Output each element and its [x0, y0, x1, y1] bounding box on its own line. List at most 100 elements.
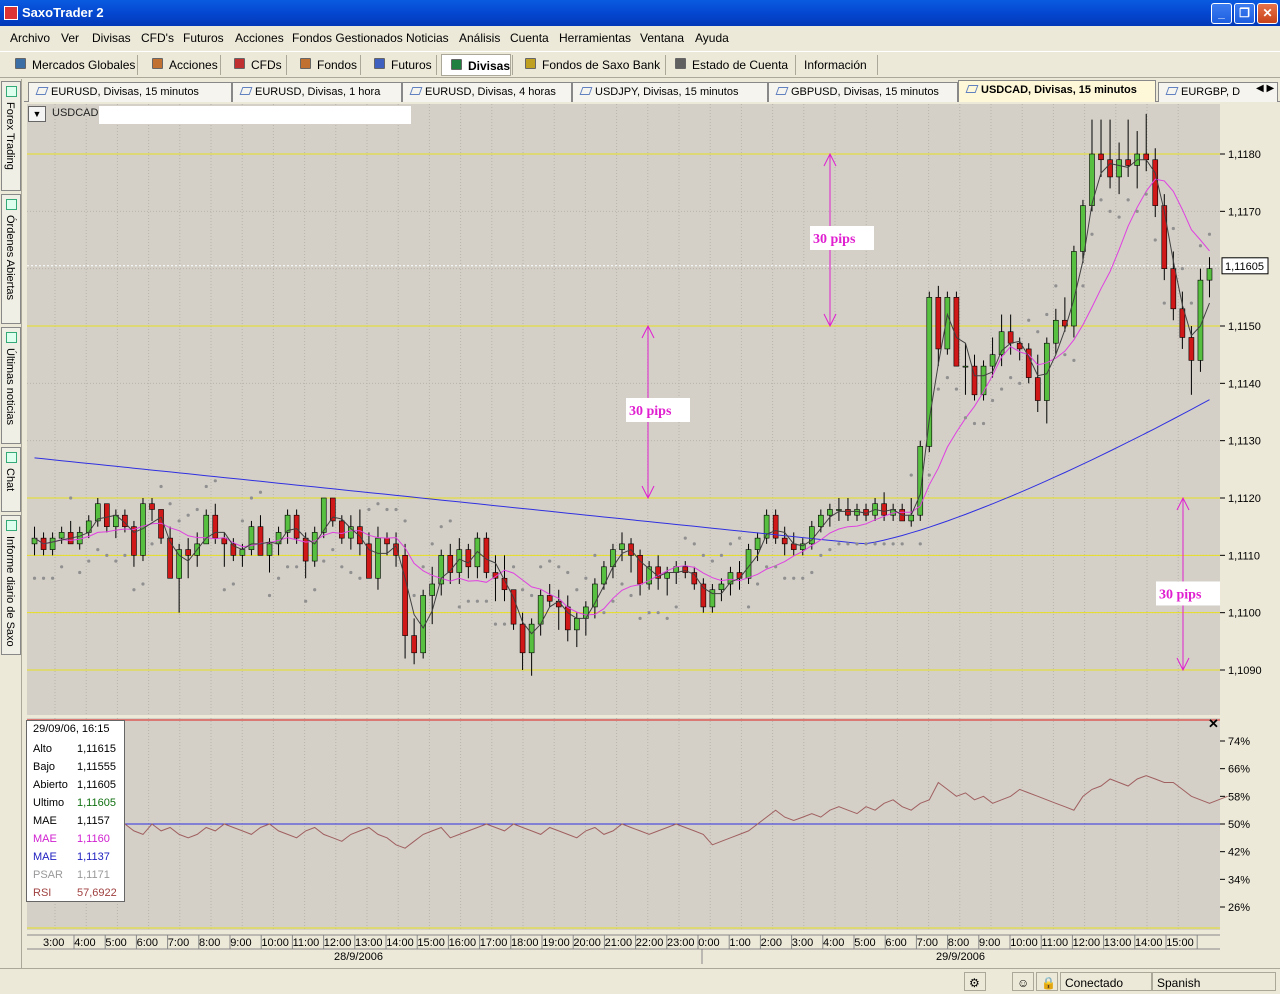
candle-body	[528, 623, 535, 654]
candle-body	[619, 543, 625, 550]
maximize-button[interactable]: ❐	[1234, 3, 1255, 24]
sidebar-tab-5[interactable]: Informe diario de Saxo	[1, 515, 21, 655]
menu-archivo[interactable]: Archivo	[10, 31, 50, 45]
toolbar-fondos-de-saxo-bank-button[interactable]: Fondos de Saxo Bank	[516, 54, 664, 76]
psar-dot	[1189, 301, 1194, 305]
time-label: 12:00	[1073, 937, 1101, 949]
candle-body	[58, 532, 65, 539]
toolbar-mercados-globales-button[interactable]: Mercados Globales	[6, 54, 136, 76]
data-row-bajo: Bajo 1,11555	[33, 761, 116, 773]
candle-body	[104, 503, 110, 527]
menu-cuenta[interactable]: Cuenta	[510, 31, 549, 45]
toolbar-información-button[interactable]: Información	[796, 54, 876, 76]
chart-tab-bar: EURUSD, Divisas, 15 minutos EURUSD, Divis…	[24, 80, 1280, 103]
psar-dot	[249, 496, 254, 500]
psar-dot	[367, 507, 371, 512]
psar-dot	[1153, 238, 1157, 242]
psar-dot	[177, 519, 181, 523]
menu-ventana[interactable]: Ventana	[640, 31, 684, 45]
chart-tab[interactable]: USDCAD, Divisas, 15 minutos	[958, 80, 1156, 103]
menu-futuros[interactable]: Futuros	[183, 31, 224, 45]
candle-body	[339, 520, 345, 539]
connection-status: Conectado	[1060, 972, 1152, 991]
psar-dot	[828, 548, 832, 552]
annotation-label: 30 pips	[1159, 587, 1202, 602]
time-label: 7:00	[168, 937, 189, 949]
rsi-close-icon[interactable]: ✕	[1208, 716, 1219, 731]
toolbar-estado-de-cuenta-button[interactable]: Estado de Cuenta	[666, 54, 794, 76]
chart-tab[interactable]: EURUSD, Divisas, 15 minutos	[28, 82, 232, 102]
candle-body	[1053, 319, 1059, 344]
sidebar-tab-1[interactable]: Forex Trading	[1, 81, 21, 191]
data-row-mae: MAE 1,1157	[33, 815, 110, 827]
psar-dot	[765, 565, 769, 569]
menu-fondosgestionados[interactable]: Fondos Gestionados	[292, 31, 403, 45]
saxo-funds-icon	[525, 58, 536, 69]
psar-dot	[963, 416, 968, 420]
psar-dot	[882, 542, 886, 546]
sidebar-tab-3[interactable]: Últimas noticias	[1, 327, 21, 444]
candle-body	[827, 509, 833, 516]
toolbar-cfds-button[interactable]: CFDs	[225, 54, 285, 76]
candle-body	[275, 532, 282, 545]
candle-body	[1125, 159, 1131, 166]
psar-dot	[313, 588, 317, 592]
time-label: 4:00	[74, 937, 95, 949]
candle-body	[962, 365, 969, 368]
menu-cfds[interactable]: CFD's	[141, 31, 174, 45]
psar-dot	[801, 576, 805, 580]
time-label: 13:00	[355, 937, 383, 949]
time-label: 3:00	[792, 937, 813, 949]
tab-scroll-arrows[interactable]: ◀ ▶	[1256, 83, 1278, 99]
candle-body	[465, 549, 472, 568]
sidebar-tab-2[interactable]: Órdenes Abiertas	[1, 194, 21, 324]
candle-body	[908, 514, 915, 522]
close-button[interactable]: ✕	[1257, 3, 1278, 24]
rsi-tick-label: 26%	[1228, 902, 1250, 914]
menu-noticias[interactable]: Noticias	[406, 31, 449, 45]
candle-body	[293, 514, 300, 539]
data-row-alto: Alto 1,11615	[33, 743, 116, 755]
sidebar-tab-label: Informe diario de Saxo	[4, 536, 16, 647]
psar-dot	[1180, 267, 1184, 271]
menu-divisas[interactable]: Divisas	[92, 31, 131, 45]
menu-anlisis[interactable]: Análisis	[459, 31, 500, 45]
psar-dot	[123, 553, 127, 557]
sidebar-tab-4[interactable]: Chat	[1, 447, 21, 512]
symbol-dropdown-button[interactable]: ▼	[28, 106, 46, 122]
psar-dot	[150, 542, 154, 546]
time-label: 22:00	[636, 937, 664, 949]
candle-body	[546, 595, 553, 602]
chart-tab-icon	[35, 87, 49, 95]
time-label: 18:00	[511, 937, 539, 949]
candle-body	[818, 514, 824, 527]
psar-dot	[755, 582, 760, 586]
time-label: 0:00	[698, 937, 719, 949]
menu-acciones[interactable]: Acciones	[235, 31, 284, 45]
menu-ayuda[interactable]: Ayuda	[695, 31, 729, 45]
chart-tab[interactable]: EURUSD, Divisas, 4 horas	[402, 82, 572, 102]
psar-dot	[954, 387, 959, 391]
toolbar-divisas-button[interactable]: Divisas	[441, 54, 511, 76]
time-label: 5:00	[854, 937, 875, 949]
chart-tab[interactable]: GBPUSD, Divisas, 15 minutos	[768, 82, 958, 102]
toolbar-futuros-button[interactable]: Futuros	[365, 54, 435, 76]
symbol-input[interactable]	[99, 106, 411, 124]
chart-tab[interactable]: EURUSD, Divisas, 1 hora	[232, 82, 402, 102]
toolbar-acciones-button[interactable]: Acciones	[143, 54, 219, 76]
psar-dot	[231, 582, 235, 586]
menu-ver[interactable]: Ver	[61, 31, 79, 45]
chart-canvas[interactable]: 1,1180 1,1170 1,1150 1,1140 1,1130 1,1120 1,11…	[24, 102, 1280, 968]
candle-body	[881, 503, 887, 516]
psar-dot	[530, 593, 534, 598]
menu-herramientas[interactable]: Herramientas	[559, 31, 631, 45]
psar-dot	[728, 542, 733, 546]
toolbar-fondos-button[interactable]: Fondos	[291, 54, 359, 76]
price-panel	[27, 104, 1220, 715]
chart-tab[interactable]: USDJPY, Divisas, 15 minutos	[572, 82, 768, 102]
minimize-button[interactable]: _	[1211, 3, 1232, 24]
psar-dot	[87, 559, 91, 563]
toolbar-label: Futuros	[391, 58, 432, 72]
chart-area[interactable]: 1,1180 1,1170 1,1150 1,1140 1,1130 1,1120 1,11…	[24, 102, 1280, 968]
data-row-rsi: RSI 57,6922	[33, 887, 117, 899]
